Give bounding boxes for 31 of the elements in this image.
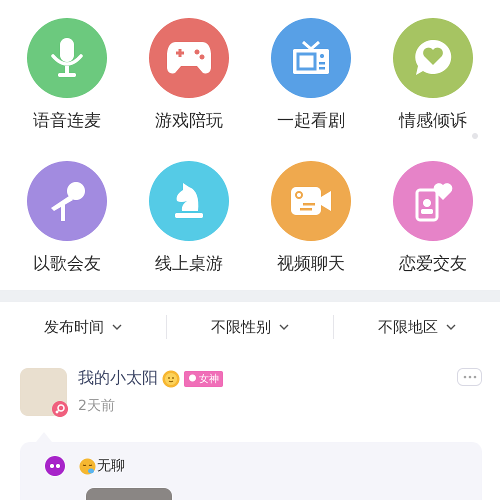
eyes-icon: [45, 456, 65, 476]
category-label: 恋爱交友: [399, 254, 467, 274]
more-icon: [462, 375, 476, 379]
tv-icon: [291, 40, 331, 76]
mood-text: 无聊: [97, 457, 125, 475]
post-time: 2天前: [78, 397, 116, 415]
gamepad-icon: [166, 40, 212, 76]
filter-dropdown[interactable]: 不限性别: [167, 316, 333, 338]
filter-dropdown[interactable]: 发布时间: [0, 316, 166, 338]
more-button[interactable]: [457, 368, 482, 386]
category-label: 视频聊天: [277, 254, 345, 274]
caret-icon: [279, 324, 289, 330]
category-label: 以歌会友: [33, 254, 101, 274]
caret-icon: [446, 324, 456, 330]
caret-icon: [112, 324, 122, 330]
category-label: 一起看剧: [277, 111, 345, 131]
category-label: 游戏陪玩: [155, 111, 223, 131]
category-label: 情感倾诉: [399, 111, 467, 131]
heart-chat-icon: [413, 38, 453, 78]
woman-icon: [188, 374, 197, 383]
badge-label: 女神: [199, 372, 219, 386]
chess-knight-icon: [173, 181, 205, 221]
category-label: 线上桌游: [155, 254, 223, 274]
sun-face-icon: [162, 370, 180, 388]
female-icon: [52, 401, 68, 417]
user-name[interactable]: 我的小太阳: [78, 368, 158, 389]
avatar-photo-placeholder[interactable]: [20, 368, 67, 416]
sleepy-face-icon: [79, 458, 96, 474]
category-label: 语音连麦: [33, 111, 101, 131]
phone-heart-icon: [413, 180, 453, 222]
filter-dropdown[interactable]: 不限地区: [334, 316, 500, 338]
